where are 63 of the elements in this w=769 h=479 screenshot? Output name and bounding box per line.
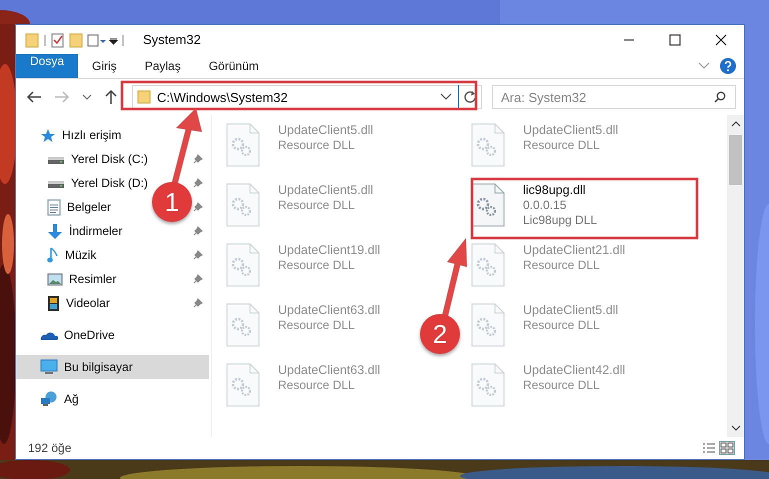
back-icon[interactable] [26,90,42,104]
film-icon [47,294,60,312]
file-menu-tab[interactable]: Dosya [16,54,78,78]
pin-icon[interactable] [193,298,203,308]
item-count: 192 öğe [28,441,72,455]
sidebar-item[interactable]: Resimler [16,267,122,291]
scroll-down-icon[interactable] [730,425,740,431]
image-icon [47,272,63,286]
forward-icon[interactable] [54,90,70,104]
vertical-scrollbar[interactable] [727,115,744,437]
file-detail: Resource DLL [523,378,601,393]
large-icons-view-icon[interactable] [720,442,734,454]
file-detail: Resource DLL [278,378,356,393]
document-icon [47,198,61,216]
music-icon [47,246,59,264]
file-name[interactable]: lic98upg.dll [523,183,598,198]
ribbon-tab[interactable]: Paylaş [130,54,195,78]
search-field[interactable]: Ara: System32 [492,85,736,109]
address-path: C:\Windows\System32 [157,90,289,104]
folder-icon [137,90,151,104]
download-icon [47,222,63,240]
sidebar-item[interactable]: Bu bilgisayar [16,355,209,379]
address-bar[interactable]: C:\Windows\System32 [132,85,482,109]
star-icon [40,128,56,142]
dropdown-icon[interactable] [440,93,452,101]
sidebar-item[interactable]: İndirmeler [16,219,128,243]
sidebar-item[interactable]: OneDrive [16,323,121,347]
sidebar-item[interactable]: Yerel Disk (C:) [16,147,154,171]
file-detail: Resource DLL [278,318,356,333]
sidebar-item[interactable]: Müzik [16,243,102,267]
file-detail: Resource DLL [523,318,601,333]
file-detail: Resource DLL [278,258,356,273]
sidebar-item[interactable]: Hızlı erişim [16,123,128,147]
chevron-down-icon[interactable] [698,62,710,70]
pin-icon[interactable] [193,250,203,260]
pin-icon[interactable] [193,202,203,212]
pin-icon[interactable] [193,154,203,164]
sidebar-item[interactable]: Ağ [16,387,85,411]
sidebar-item[interactable]: Belgeler [16,195,118,219]
sidebar-item[interactable]: Yerel Disk (D:) [16,171,154,195]
recent-locations-icon[interactable] [82,94,92,100]
file-detail: Resource DLL [523,258,601,273]
sidebar-item[interactable]: Videolar [16,291,116,315]
details-view-icon[interactable] [702,442,716,454]
file-detail: Resource DLL [278,198,356,213]
pin-icon[interactable] [193,274,203,284]
network-icon [40,391,58,407]
cloud-icon [40,330,58,340]
monitor-icon [40,359,58,375]
file-detail: 0.0.0.15 [523,198,568,213]
pin-icon[interactable] [193,226,203,236]
file-detail: Resource DLL [278,138,356,153]
gear-file-icon[interactable] [471,183,505,227]
ribbon-tab[interactable]: Giriş [78,54,131,78]
ribbon-tab[interactable]: Görünüm [194,54,273,78]
up-icon[interactable] [104,89,118,105]
scroll-thumb[interactable] [729,135,742,185]
file-detail: Resource DLL [523,138,601,153]
pin-icon[interactable] [193,178,203,188]
scroll-up-icon[interactable] [730,121,740,127]
window-title: System32 [143,32,202,47]
help-icon[interactable] [720,58,736,74]
file-detail: Lic98upg DLL [523,213,598,228]
